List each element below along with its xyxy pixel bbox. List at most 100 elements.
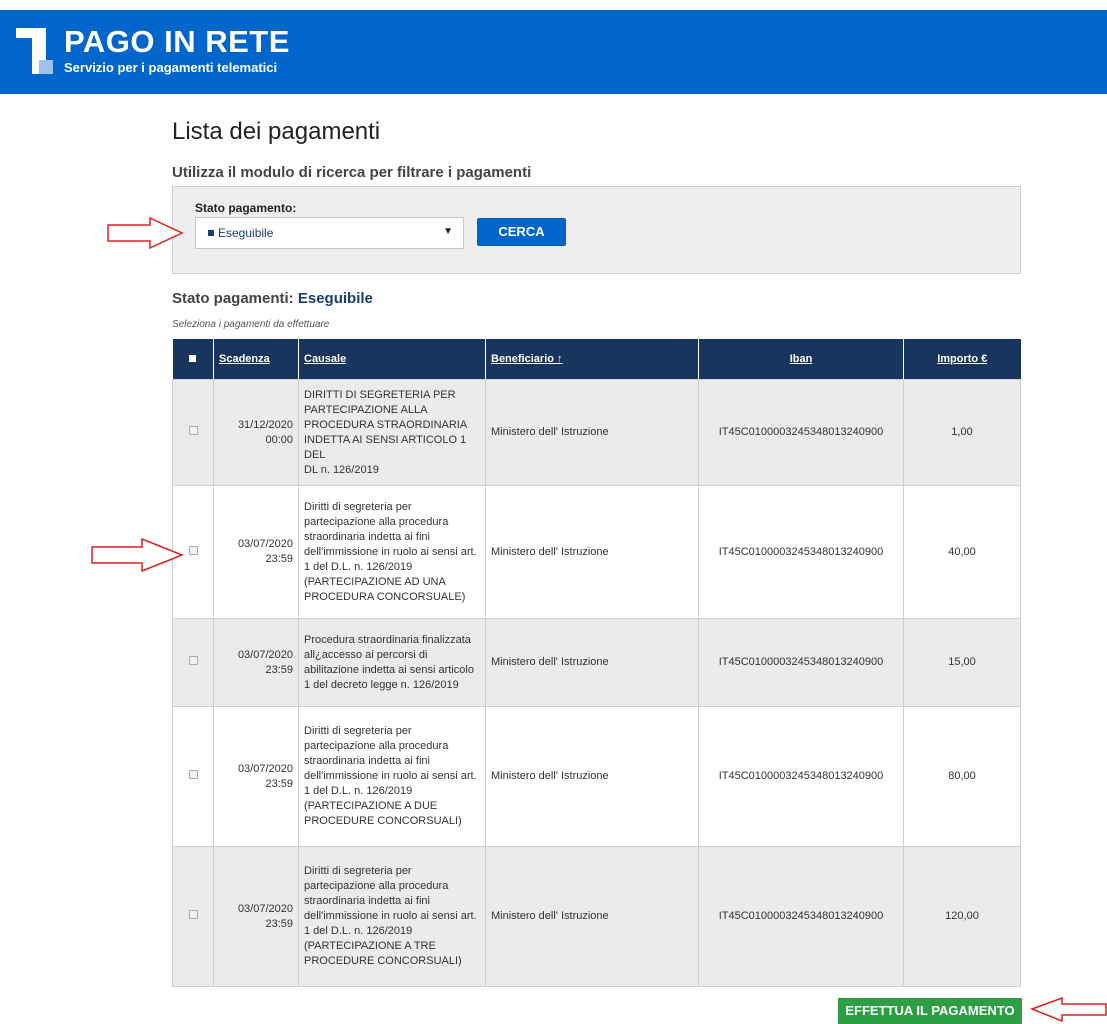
causale-line: partecipazione alla procedura [304, 740, 449, 752]
beneficiario-cell: Ministero dell' Istruzione [485, 485, 699, 619]
causale-line: INDETTA AI SENSI ARTICOLO 1 DEL [304, 433, 467, 461]
causale-line: PROCEDURA STRAORDINARIA [304, 418, 468, 431]
status-summary-value: Eseguibile [297, 290, 373, 307]
scadenza-cell: 03/07/2020 23:59 [213, 485, 299, 619]
importo-cell: 15,00 [903, 618, 1021, 707]
search-button[interactable]: CERCA [477, 218, 566, 246]
scadenza-date: 03/07/2020 [237, 762, 293, 775]
causale-line: 1 del D.L. n. 126/2019 [304, 925, 413, 937]
scadenza-time: 23:59 [265, 553, 293, 565]
column-beneficiario[interactable]: Beneficiario ↑ [485, 339, 699, 380]
annotation-arrow-select [107, 216, 184, 250]
row-checkbox[interactable] [188, 770, 198, 779]
iban-cell: IT45C0100003245348013240900 [698, 706, 904, 847]
causale-line: Diritti di segreteria per [304, 865, 412, 877]
scadenza-time: 23:59 [265, 917, 293, 930]
status-square-icon [208, 230, 214, 236]
selection-hint: Seleziona i pagamenti da effettuare [172, 319, 330, 330]
select-all-checkbox[interactable] [172, 339, 214, 380]
beneficiario-cell: Ministero dell' Istruzione [485, 379, 699, 486]
scadenza-date: 03/07/2020 [237, 648, 293, 661]
causale-line: partecipazione alla procedura [304, 880, 449, 892]
scadenza-cell: 03/07/2020 23:59 [213, 846, 299, 987]
row-checkbox-cell [172, 706, 214, 847]
causale-cell: Procedura straordinaria finalizzata all¿a… [298, 618, 486, 707]
column-importo[interactable]: Importo € [903, 339, 1021, 380]
causale-cell: Diritti di segreteria per partecipazione … [298, 706, 486, 847]
causale-line: (PARTECIPAZIONE A DUE [304, 800, 438, 812]
row-checkbox[interactable] [188, 656, 198, 665]
column-iban[interactable]: Iban [698, 339, 904, 380]
row-checkbox-cell [172, 846, 214, 987]
brand-title[interactable]: PAGO IN RETE [64, 24, 290, 60]
causale-line: 1 del decreto legge n. 126/2019 [304, 678, 459, 691]
causale-cell: Diritti di segreteria per partecipazione … [298, 846, 486, 987]
causale-line: dell'immissione in ruolo ai sensi art. [304, 910, 477, 922]
scadenza-time: 23:59 [265, 777, 293, 790]
table-row: 03/07/2020 23:59 Diritti di segreteria per… [172, 706, 1021, 847]
row-checkbox-cell [172, 379, 214, 486]
importo-cell: 40,00 [903, 485, 1021, 619]
scadenza-date: 03/07/2020 [237, 902, 293, 915]
scadenza-time: 23:59 [265, 663, 293, 676]
iban-cell: IT45C0100003245348013240900 [698, 379, 904, 486]
table-row: 31/12/2020 00:00 DIRITTI DI SEGRETERIA PER… [172, 379, 1021, 486]
column-causale[interactable]: Causale [298, 339, 486, 380]
iban-cell: IT45C0100003245348013240900 [698, 618, 904, 707]
beneficiario-cell: Ministero dell' Istruzione [485, 618, 699, 707]
payments-table: Scadenza Causale Beneficiario ↑ Iban Imp… [172, 339, 1021, 987]
pagoinrete-logo-icon[interactable] [16, 28, 53, 74]
scadenza-date: 31/12/2020 [237, 418, 293, 431]
causale-line: PROCEDURE CONCORSUALI) [304, 815, 462, 827]
page-title: Lista dei pagamenti [172, 118, 381, 145]
pay-button[interactable]: EFFETTUA IL PAGAMENTO [838, 998, 1022, 1024]
causale-line: DL n. 126/2019 [304, 463, 379, 476]
causale-line: PARTECIPAZIONE ALLA [304, 403, 428, 416]
beneficiario-cell: Ministero dell' Istruzione [485, 846, 699, 987]
table-header-row: Scadenza Causale Beneficiario ↑ Iban Imp… [172, 339, 1021, 380]
causale-line: Procedura straordinaria finalizzata [304, 633, 471, 646]
annotation-arrow-pay [1030, 997, 1107, 1022]
row-checkbox[interactable] [188, 545, 198, 555]
chevron-down-icon: ▼ [443, 226, 453, 237]
importo-cell: 1,00 [903, 379, 1021, 486]
column-scadenza[interactable]: Scadenza [213, 339, 299, 380]
causale-line: PROCEDURE CONCORSUALI) [304, 955, 462, 967]
status-select-value: Eseguibile [218, 226, 274, 240]
causale-line: 1 del D.L. n. 126/2019 [304, 785, 413, 797]
causale-cell: Diritti di segreteria per partecipazione … [298, 485, 486, 619]
causale-line: (PARTECIPAZIONE A TRE [304, 940, 436, 952]
causale-line: straordinaria indetta ai fini [304, 895, 430, 907]
causale-line: dell'immissione in ruolo ai sensi art. [304, 545, 477, 558]
table-row: 03/07/2020 23:59 Diritti di segreteria per… [172, 846, 1021, 987]
causale-line: dell'immissione in ruolo ai sensi art. [304, 770, 477, 782]
causale-cell: DIRITTI DI SEGRETERIA PER PARTECIPAZIONE … [298, 379, 486, 486]
brand-subtitle: Servizio per i pagamenti telematici [64, 60, 278, 75]
row-checkbox[interactable] [188, 910, 198, 919]
causale-line: PROCEDURA CONCORSUALE) [304, 590, 466, 603]
status-filter-label: Stato pagamento: [195, 201, 297, 215]
scadenza-time: 00:00 [265, 433, 293, 446]
causale-line: Diritti di segreteria per [304, 500, 412, 513]
causale-line: abilitazione indetta ai sensi articolo [304, 663, 474, 676]
causale-line: 1 del D.L. n. 126/2019 [304, 560, 413, 573]
table-row: 03/07/2020 23:59 Procedura straordinaria f… [172, 618, 1021, 707]
importo-cell: 120,00 [903, 846, 1021, 987]
beneficiario-cell: Ministero dell' Istruzione [485, 706, 699, 847]
causale-line: (PARTECIPAZIONE AD UNA [304, 575, 446, 588]
status-summary: Stato pagamenti: Eseguibile [172, 290, 373, 307]
row-checkbox-cell [172, 618, 214, 707]
scadenza-date: 03/07/2020 [237, 538, 293, 550]
site-header: PAGO IN RETE Servizio per i pagamenti te… [0, 0, 1107, 94]
scadenza-cell: 03/07/2020 23:59 [213, 706, 299, 847]
importo-cell: 80,00 [903, 706, 1021, 847]
causale-line: straordinaria indetta ai fini [304, 755, 430, 767]
filter-panel: Stato pagamento: Eseguibile ▼ CERCA [172, 186, 1021, 274]
annotation-arrow-checkbox [91, 537, 185, 573]
status-select[interactable]: Eseguibile ▼ [195, 217, 464, 249]
causale-line: all¿accesso ai percorsi di [304, 648, 428, 661]
scadenza-cell: 03/07/2020 23:59 [213, 618, 299, 707]
status-summary-label: Stato pagamenti: [172, 290, 294, 307]
row-checkbox[interactable] [188, 426, 198, 435]
causale-line: DIRITTI DI SEGRETERIA PER [304, 388, 456, 401]
